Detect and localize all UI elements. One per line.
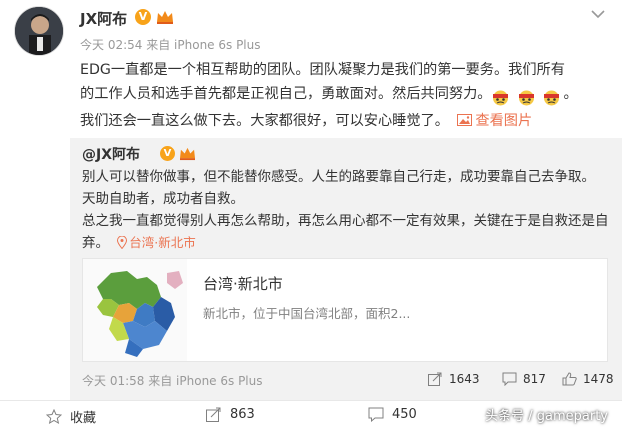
avatar[interactable] xyxy=(14,6,64,56)
watermark: 头条号 / gameparty xyxy=(485,409,608,424)
view-picture-link[interactable]: 查看图片 xyxy=(457,109,532,133)
location-tag[interactable]: 台湾·新北市 xyxy=(117,235,196,250)
repost-share-stat[interactable]: 1643 xyxy=(428,372,480,386)
repost-comment-count: 817 xyxy=(523,372,546,386)
post-text-line: 我们还会一直这么做下去。大家都很好，可以安心睡觉了。 查看图片 xyxy=(80,109,610,133)
verified-badge-icon: V xyxy=(160,146,175,161)
crying-face-emoji-icon xyxy=(493,90,509,106)
repost-time[interactable]: 今天 01:58 xyxy=(82,374,144,388)
repost-meta: 今天 01:58 来自 iPhone 6s Plus xyxy=(82,372,263,389)
repost-footer: 今天 01:58 来自 iPhone 6s Plus 1643 817 1478 xyxy=(82,370,614,390)
vip-crown-icon xyxy=(157,11,173,24)
comment-count: 450 xyxy=(392,407,417,422)
crying-face-emoji-icon xyxy=(518,90,534,106)
repost-body: 别人可以替你做事，但不能替你感受。人生的路要靠自己行走，成功要靠自己去争取。 天… xyxy=(82,166,612,254)
repost-author-name[interactable]: @JX阿布 xyxy=(82,144,140,164)
star-icon xyxy=(46,409,62,424)
reposted-weibo[interactable]: @JX阿布 V 别人可以替你做事，但不能替你感受。人生的路要靠自己行走，成功要靠… xyxy=(70,138,622,400)
repost-count: 863 xyxy=(230,407,255,422)
repost-comment-stat[interactable]: 817 xyxy=(502,372,546,386)
post-text-line: 的工作人员和选手首先都是正视自己，勇敢面对。然后共同努力。 。 xyxy=(80,82,610,109)
post-author-name[interactable]: JX阿布 xyxy=(80,8,127,29)
repost-text-line: 别人可以替你做事，但不能替你感受。人生的路要靠自己行走，成功要靠自己去争取。 xyxy=(82,169,595,185)
favorite-button[interactable]: 收藏 xyxy=(46,407,96,426)
repost-button[interactable]: 863 xyxy=(206,407,255,422)
comment-icon xyxy=(502,372,517,386)
action-bar: 收藏 863 450 头条号 / gameparty xyxy=(0,400,622,429)
repost-text-line: 总之我一直都觉得别人再怎么帮助，再怎么用心都不一定有效果，关键在于是自救还是自 xyxy=(82,213,609,229)
verified-badge-icon: V xyxy=(135,9,151,25)
post-time[interactable]: 今天 02:54 xyxy=(80,38,142,52)
repost-share-count: 1643 xyxy=(449,372,480,386)
crying-face-emoji-icon xyxy=(544,90,560,106)
repost-text-line: 天助自助者，成功者自救。 xyxy=(82,191,244,207)
share-icon xyxy=(206,407,221,422)
emoji-group xyxy=(491,85,563,109)
post-meta: 今天 02:54 来自 iPhone 6s Plus xyxy=(80,36,261,53)
comment-icon xyxy=(368,407,384,422)
repost-text-line: 弃。 台湾·新北市 xyxy=(82,235,196,251)
share-icon xyxy=(428,372,442,386)
chevron-down-icon[interactable] xyxy=(590,8,606,20)
location-pin-icon xyxy=(117,236,128,249)
thumbs-up-icon xyxy=(562,372,577,386)
post-text-line: EDG一直都是一个相互帮助的团队。团队凝聚力是我们的第一要务。我们所有 xyxy=(80,62,565,78)
post-source: 来自 iPhone 6s Plus xyxy=(146,38,261,52)
location-card-title[interactable]: 台湾·新北市 xyxy=(203,273,283,294)
image-icon xyxy=(457,114,473,126)
map-thumbnail xyxy=(83,259,187,361)
post-body: EDG一直都是一个相互帮助的团队。团队凝聚力是我们的第一要务。我们所有 的工作人… xyxy=(80,58,610,133)
repost-source: 来自 iPhone 6s Plus xyxy=(148,374,263,388)
repost-like-stat[interactable]: 1478 xyxy=(562,372,614,386)
vip-crown-icon xyxy=(180,147,195,161)
location-card[interactable]: 台湾·新北市 新北市，位于中国台湾北部，面积2... xyxy=(82,258,608,362)
favorite-label: 收藏 xyxy=(70,411,97,426)
repost-like-count: 1478 xyxy=(583,372,614,386)
location-card-description: 新北市，位于中国台湾北部，面积2... xyxy=(203,306,411,321)
comment-button[interactable]: 450 xyxy=(368,407,417,422)
